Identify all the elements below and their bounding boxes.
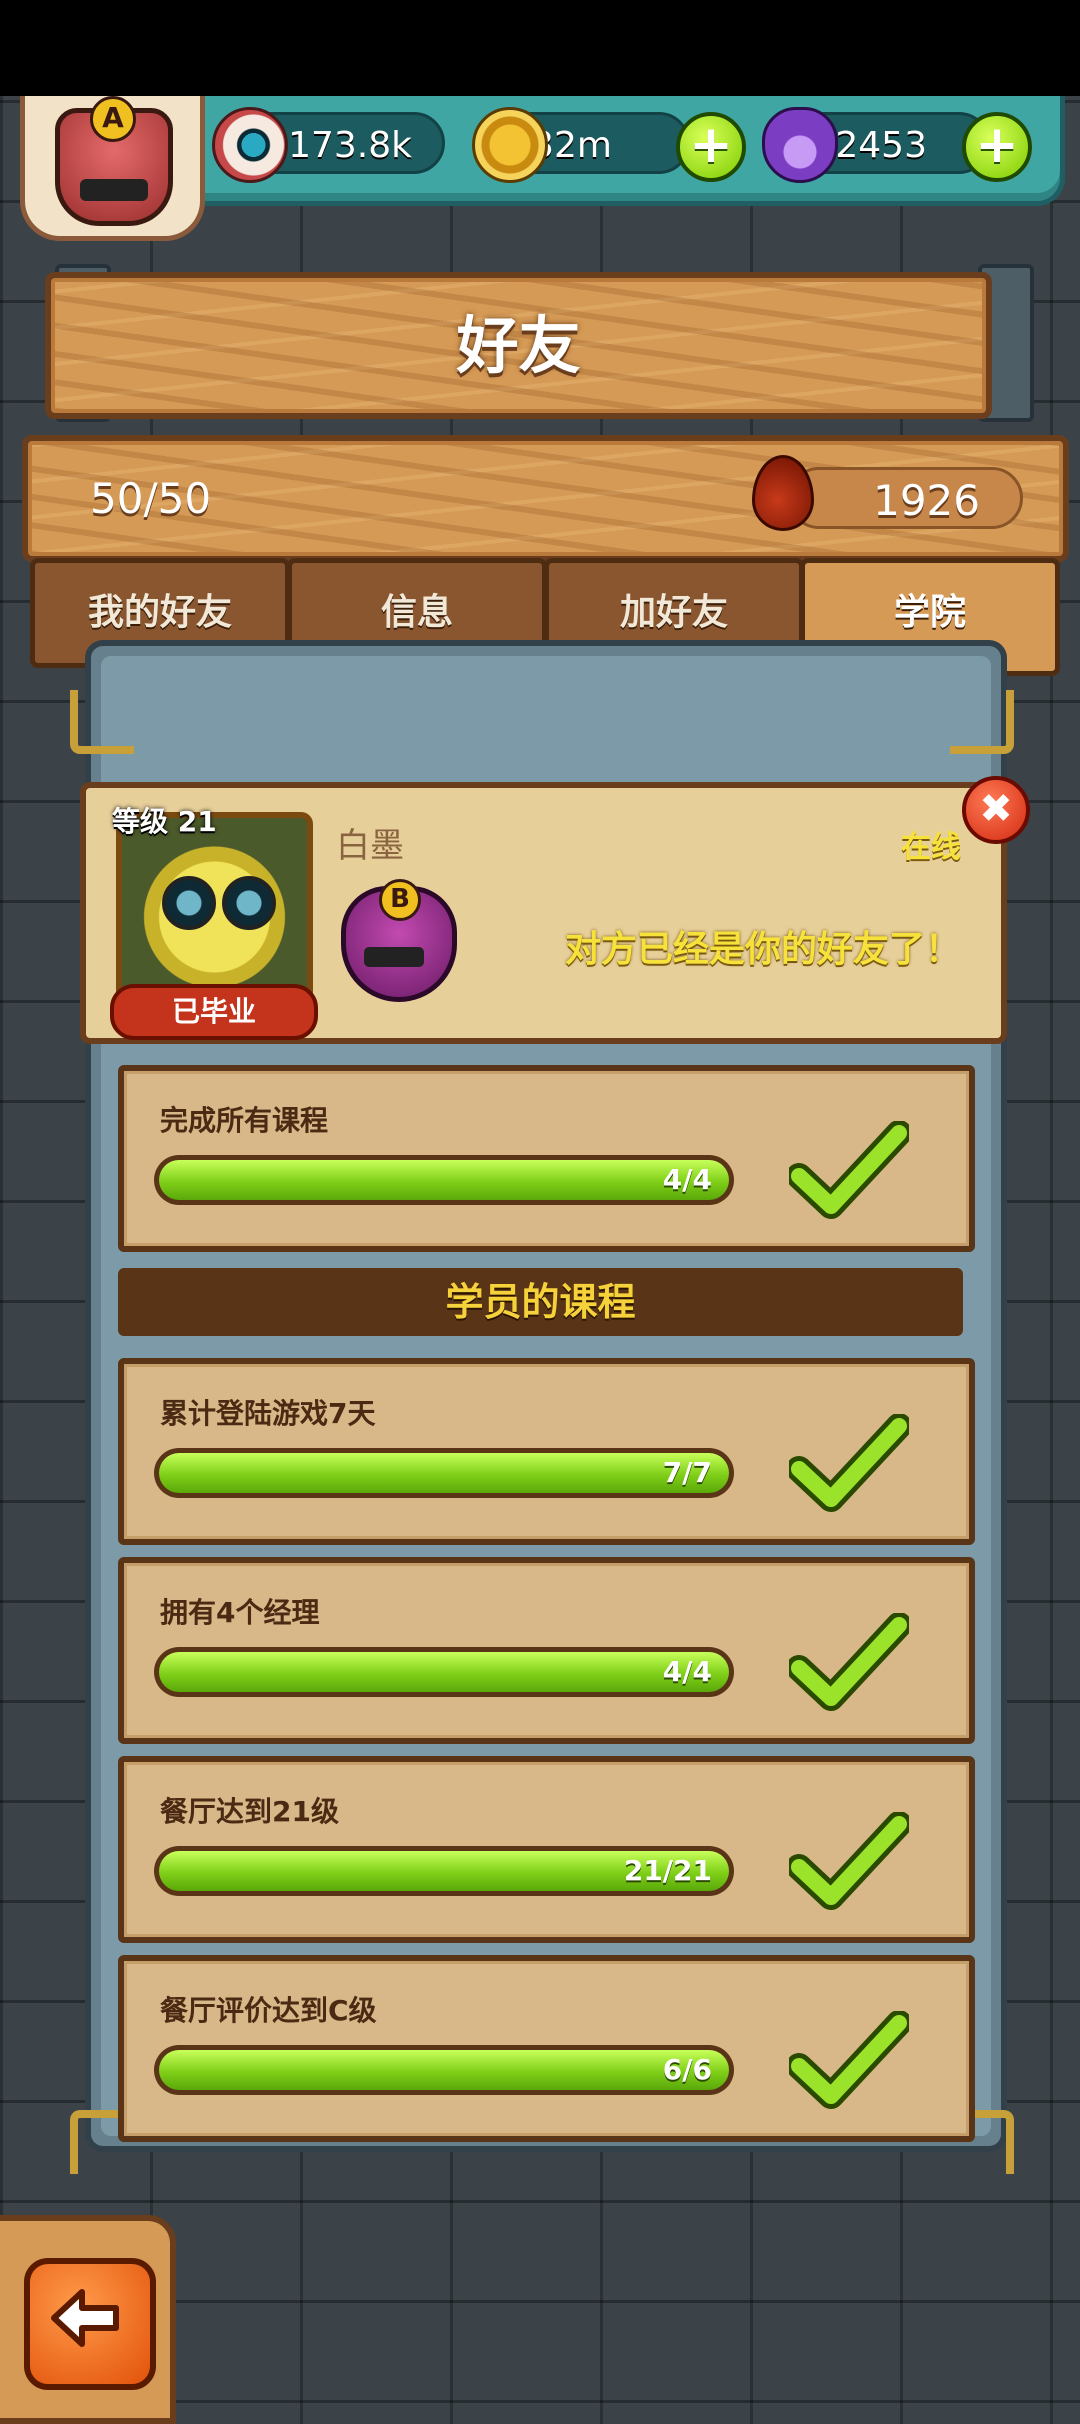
- friend-count: 50/50: [90, 474, 212, 523]
- progress-text: 4/4: [662, 1163, 712, 1196]
- avatar-mouth: [80, 179, 148, 201]
- progress-text: 6/6: [662, 2053, 712, 2086]
- rank-mouth: [364, 947, 424, 967]
- potions-value: 2453: [835, 125, 927, 166]
- course-title: 餐厅评价达到C级: [160, 1994, 377, 2027]
- stats-plank: 50/50 1926: [22, 435, 1069, 562]
- checkmark-icon: [789, 1121, 909, 1219]
- progress-text: 21/21: [623, 1854, 712, 1887]
- course-item: 拥有4个经理 4/4: [118, 1557, 975, 1744]
- checkmark-icon: [789, 2011, 909, 2109]
- progress-bar: 21/21: [154, 1846, 734, 1896]
- course-title: 拥有4个经理: [160, 1596, 320, 1629]
- page-title: 好友: [456, 309, 581, 382]
- course-item: 餐厅达到21级 21/21: [118, 1756, 975, 1943]
- checkmark-icon: [789, 1812, 909, 1910]
- course-item: 累计登陆游戏7天 7/7: [118, 1358, 975, 1545]
- progress-fill: [159, 1160, 729, 1200]
- add-potions-button[interactable]: +: [962, 112, 1032, 182]
- status-bar: [0, 0, 1080, 96]
- progress-text: 7/7: [662, 1456, 712, 1489]
- friend-level: 等级 21: [112, 805, 217, 838]
- blood-counter: 1926: [788, 467, 1023, 529]
- course-title: 完成所有课程: [160, 1104, 329, 1137]
- player-avatar[interactable]: A: [20, 96, 205, 241]
- checkmark-icon: [789, 1414, 909, 1512]
- frog-eye: [162, 876, 216, 930]
- coin-icon: [472, 107, 548, 183]
- avatar-rank-badge: A: [90, 96, 136, 142]
- progress-bar: 7/7: [154, 1448, 734, 1498]
- progress-bar: 6/6: [154, 2045, 734, 2095]
- friend-rank-letter: B: [379, 879, 421, 921]
- course-title: 累计登陆游戏7天: [160, 1397, 376, 1430]
- back-button[interactable]: [24, 2258, 156, 2390]
- friend-message: 对方已经是你的好友了！: [564, 929, 961, 970]
- blood-value: 1926: [873, 476, 980, 525]
- eyeball-icon: [212, 107, 288, 183]
- progress-fill: [159, 2050, 729, 2090]
- progress-text: 4/4: [662, 1655, 712, 1688]
- friend-name: 白墨: [336, 826, 404, 866]
- panel-corner: [950, 690, 1014, 754]
- progress-fill: [159, 1453, 729, 1493]
- frog-eye: [222, 876, 276, 930]
- back-arrow-icon: [51, 2289, 119, 2347]
- progress-fill: [159, 1652, 729, 1692]
- graduated-badge: 已毕业: [110, 984, 318, 1040]
- progress-bar: 4/4: [154, 1647, 734, 1697]
- progress-bar: 4/4: [154, 1155, 734, 1205]
- eyes-value: 173.8k: [288, 125, 412, 166]
- online-status: 在线: [901, 830, 961, 865]
- potion-icon: [762, 107, 838, 183]
- section-title: 学员的课程: [118, 1268, 963, 1336]
- course-overall: 完成所有课程 4/4: [118, 1065, 975, 1252]
- friend-card: 等级 21 已毕业 白墨 B 在线 对方已经是你的好友了！: [80, 782, 1007, 1044]
- title-plank: 好友: [45, 272, 992, 419]
- close-icon[interactable]: ✖: [962, 776, 1030, 844]
- course-title: 餐厅达到21级: [160, 1795, 339, 1828]
- friend-portrait[interactable]: [116, 812, 313, 1004]
- friend-rank-icon: B: [341, 879, 457, 1002]
- add-coins-button[interactable]: +: [676, 112, 746, 182]
- course-item: 餐厅评价达到C级 6/6: [118, 1955, 975, 2142]
- checkmark-icon: [789, 1613, 909, 1711]
- panel-corner: [70, 690, 134, 754]
